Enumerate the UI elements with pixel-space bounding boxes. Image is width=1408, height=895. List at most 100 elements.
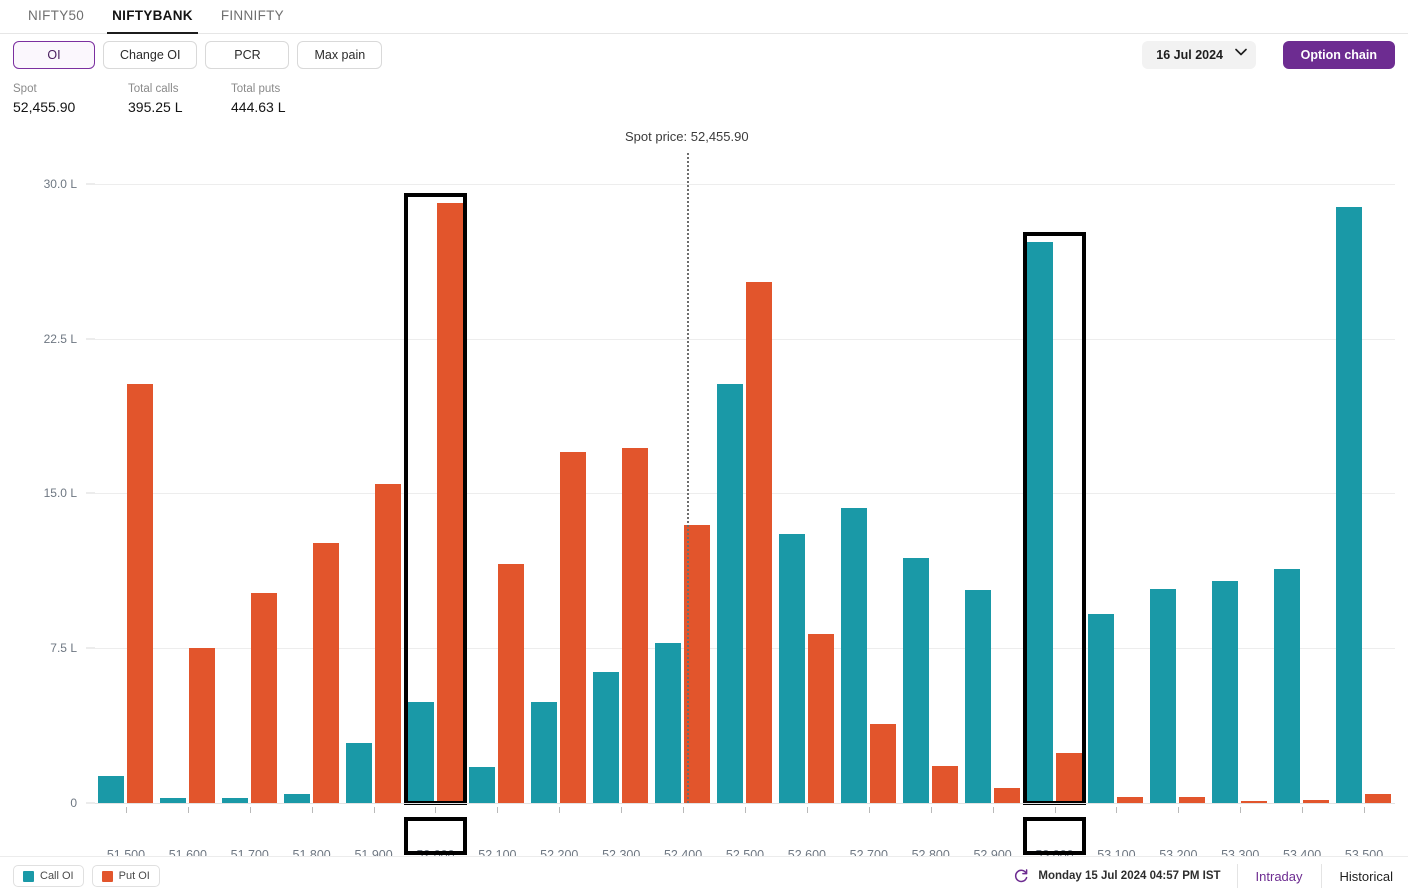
bar-group[interactable] (962, 153, 1024, 803)
refresh-icon[interactable] (1013, 868, 1029, 884)
chart-plot-area[interactable]: 07.5 L15.0 L22.5 L30.0 L51,50051,60051,7… (95, 153, 1395, 803)
bar-call-oi[interactable] (284, 794, 310, 803)
bar-call-oi[interactable] (531, 702, 557, 803)
x-axis-tick (621, 807, 622, 813)
bar-put-oi[interactable] (1365, 794, 1391, 803)
bar-put-oi[interactable] (189, 648, 215, 803)
tab-finnifty[interactable]: FINNIFTY (207, 0, 298, 33)
bar-group[interactable] (1024, 153, 1086, 803)
bar-call-oi[interactable] (1274, 569, 1300, 803)
bar-call-oi[interactable] (841, 508, 867, 803)
bar-put-oi[interactable] (498, 564, 524, 803)
stat-total-calls-value: 395.25 L (128, 97, 231, 117)
controls-row: OI Change OI PCR Max pain 16 Jul 2024 Op… (0, 41, 1408, 71)
bar-call-oi[interactable] (965, 590, 991, 803)
bar-call-oi[interactable] (1088, 614, 1114, 803)
footer-link-intraday[interactable]: Intraday (1254, 869, 1305, 884)
bar-call-oi[interactable] (98, 776, 124, 803)
bar-group[interactable] (343, 153, 405, 803)
bar-group[interactable] (714, 153, 776, 803)
bar-group[interactable] (838, 153, 900, 803)
bar-call-oi[interactable] (1150, 589, 1176, 803)
bar-group[interactable] (528, 153, 590, 803)
bar-group[interactable] (652, 153, 714, 803)
bar-put-oi[interactable] (622, 448, 648, 803)
bar-put-oi[interactable] (994, 788, 1020, 803)
bar-group[interactable] (590, 153, 652, 803)
bar-group[interactable] (95, 153, 157, 803)
chart-legend: Call OI Put OI (13, 865, 160, 887)
stat-total-calls-label: Total calls (128, 82, 231, 97)
bar-put-oi[interactable] (127, 384, 153, 803)
bar-call-oi[interactable] (408, 702, 434, 803)
stat-spot: Spot 52,455.90 (13, 82, 128, 117)
y-axis-label: 22.5 L (0, 332, 77, 346)
open-interest-chart: 07.5 L15.0 L22.5 L30.0 L51,50051,60051,7… (0, 126, 1408, 836)
legend-item-call-oi[interactable]: Call OI (13, 865, 84, 887)
bar-call-oi[interactable] (1027, 242, 1053, 803)
x-axis-tick (1240, 807, 1241, 813)
bar-call-oi[interactable] (779, 534, 805, 803)
bar-call-oi[interactable] (1212, 581, 1238, 803)
y-axis-tick (86, 338, 95, 339)
bar-put-oi[interactable] (746, 282, 772, 803)
metric-button-group: OI Change OI PCR Max pain (13, 41, 382, 69)
spot-price-line (687, 153, 689, 803)
bar-put-oi[interactable] (932, 766, 958, 803)
bar-group[interactable] (1271, 153, 1333, 803)
chevron-down-icon (1235, 48, 1245, 58)
x-axis-tick (250, 807, 251, 813)
bar-group[interactable] (1085, 153, 1147, 803)
y-axis-label: 7.5 L (0, 641, 77, 655)
metric-button-max-pain[interactable]: Max pain (297, 41, 382, 69)
x-axis-tick (126, 807, 127, 813)
stat-total-puts-label: Total puts (231, 82, 341, 97)
bar-call-oi[interactable] (346, 743, 372, 803)
stat-spot-label: Spot (13, 82, 128, 97)
bar-group[interactable] (1333, 153, 1395, 803)
x-axis-tick (683, 807, 684, 813)
bar-call-oi[interactable] (903, 558, 929, 803)
x-axis-tick (188, 807, 189, 813)
bar-put-oi[interactable] (375, 484, 401, 803)
bar-group[interactable] (281, 153, 343, 803)
bar-put-oi[interactable] (251, 593, 277, 803)
bar-put-oi[interactable] (808, 634, 834, 803)
option-chain-button[interactable]: Option chain (1283, 41, 1395, 69)
x-axis-tick (312, 807, 313, 813)
bar-put-oi[interactable] (870, 724, 896, 803)
bar-call-oi[interactable] (717, 384, 743, 803)
bar-group[interactable] (405, 153, 467, 803)
bar-group[interactable] (1147, 153, 1209, 803)
footer-link-historical[interactable]: Historical (1338, 869, 1395, 884)
legend-item-put-oi[interactable]: Put OI (92, 865, 160, 887)
bar-group[interactable] (219, 153, 281, 803)
bar-call-oi[interactable] (1336, 207, 1362, 803)
bar-group[interactable] (776, 153, 838, 803)
x-axis-tick (1302, 807, 1303, 813)
bar-put-oi[interactable] (1056, 753, 1082, 803)
bar-put-oi[interactable] (313, 543, 339, 803)
bar-put-oi[interactable] (560, 452, 586, 803)
x-axis-tick (559, 807, 560, 813)
y-axis-label: 15.0 L (0, 486, 77, 500)
x-axis-tick (435, 807, 436, 813)
metric-button-pcr[interactable]: PCR (205, 41, 289, 69)
bar-group[interactable] (1209, 153, 1271, 803)
bar-put-oi[interactable] (437, 203, 463, 803)
bar-group[interactable] (157, 153, 219, 803)
expiry-date-select[interactable]: 16 Jul 2024 (1142, 41, 1256, 69)
y-axis-tick (86, 183, 95, 184)
bar-group[interactable] (900, 153, 962, 803)
x-axis-tick (497, 807, 498, 813)
chart-footer: Call OI Put OI Monday 15 Jul 2024 04:57 … (0, 856, 1408, 894)
bar-call-oi[interactable] (469, 767, 495, 803)
metric-button-change-oi[interactable]: Change OI (103, 41, 197, 69)
metric-button-oi[interactable]: OI (13, 41, 95, 69)
tab-niftybank[interactable]: NIFTYBANK (98, 0, 207, 33)
bar-call-oi[interactable] (593, 672, 619, 803)
bar-call-oi[interactable] (655, 643, 681, 803)
bar-group[interactable] (466, 153, 528, 803)
tab-nifty50[interactable]: NIFTY50 (14, 0, 98, 33)
footer-divider (1237, 864, 1238, 888)
